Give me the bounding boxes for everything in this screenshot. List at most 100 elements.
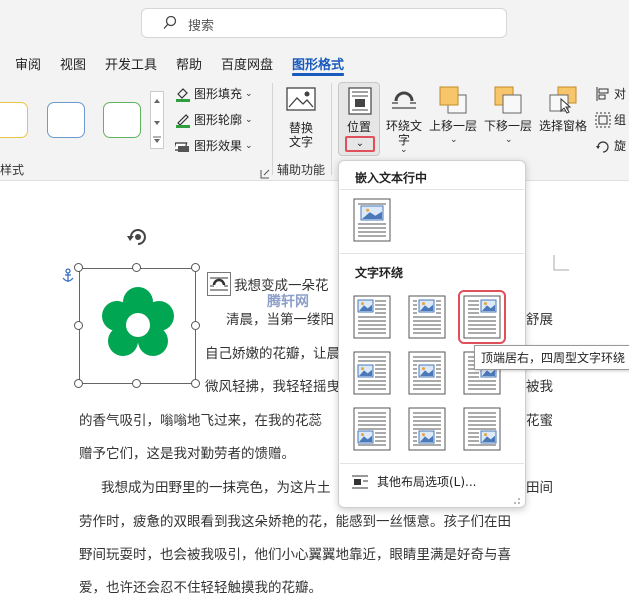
wrap-text-icon: [210, 277, 228, 291]
shape-fill-label: 图形填充: [194, 87, 243, 101]
resize-handle[interactable]: [191, 379, 200, 388]
more-layout-options[interactable]: 其他布局选项(L)...: [351, 473, 477, 490]
resize-handle[interactable]: [74, 379, 83, 388]
search-icon: [163, 15, 177, 29]
position-option-bottom-center[interactable]: [408, 407, 446, 451]
wrap-text-label-1: 环绕文: [385, 119, 422, 133]
position-option-middle-center[interactable]: [408, 351, 446, 395]
tab-review[interactable]: 审阅: [15, 54, 41, 73]
shape-effects-label: 图形效果: [194, 139, 243, 153]
ribbon-tabs: 审阅 视图 开发工具 帮助 百度网盘 图形格式: [0, 47, 629, 77]
position-option-bottom-right[interactable]: [463, 407, 501, 451]
replace-text-button[interactable]: 替换 文字: [284, 87, 318, 157]
layout-options-button[interactable]: [207, 272, 231, 296]
panel-divider: [340, 189, 524, 190]
doc-line: 的香气吸引，嗡嗡地飞过来，在我的花蕊: [79, 413, 322, 429]
doc-line-tail: 花蜜: [526, 413, 553, 429]
wrap-heading: 文字环绕: [355, 266, 404, 280]
layout-options-icon: [352, 475, 368, 488]
resize-handle[interactable]: [132, 379, 141, 388]
tab-developer[interactable]: 开发工具: [105, 54, 157, 73]
group-label: 组: [614, 113, 627, 127]
shape-fill-button[interactable]: 图形填充 ⌄: [175, 85, 253, 102]
panel-divider: [340, 253, 524, 254]
resize-handle[interactable]: [74, 321, 83, 330]
send-backward-label: 下移一层: [483, 119, 532, 133]
tab-view[interactable]: 视图: [60, 54, 86, 73]
rotate-icon: [596, 140, 609, 153]
style-sample-green[interactable]: [103, 102, 141, 138]
title-bar: 搜索: [0, 0, 629, 47]
resize-grip-icon[interactable]: [513, 497, 521, 505]
bring-forward-label: 上移一层: [428, 119, 477, 133]
panel-divider: [340, 463, 524, 464]
position-button[interactable]: 位置 ⌄: [338, 82, 380, 156]
doc-line-tail: 田间: [526, 480, 553, 496]
chevron-down-icon: ⌄: [245, 88, 253, 99]
replace-text-label-1: 替换: [288, 121, 313, 135]
rotate-button[interactable]: 旋: [595, 137, 626, 154]
resize-handle[interactable]: [191, 321, 200, 330]
tab-baidu-netdisk[interactable]: 百度网盘: [221, 54, 273, 73]
ribbon-separator: [331, 83, 332, 175]
dialog-launcher-icon[interactable]: [260, 164, 270, 179]
wrap-text-button[interactable]: 环绕文 字 ⌄: [384, 87, 424, 157]
page-corner-mark: [553, 255, 569, 271]
style-gallery-scroll[interactable]: [150, 91, 164, 149]
resize-handle[interactable]: [132, 263, 141, 272]
chevron-down-icon: ⌄: [355, 138, 365, 149]
chevron-down-icon: ⌄: [505, 135, 513, 145]
doc-line: 赠予它们，这是我对勤劳者的馈赠。: [79, 446, 295, 462]
bring-forward-icon: [439, 86, 467, 114]
align-label: 对: [614, 87, 627, 101]
selected-shape[interactable]: [79, 268, 196, 384]
shape-outline-button[interactable]: 图形轮廓 ⌄: [175, 111, 253, 128]
style-sample-gold[interactable]: [0, 102, 28, 138]
align-icon: [596, 86, 609, 101]
selection-pane-icon: [549, 86, 577, 114]
doc-line: 我想成为田野里的一抹亮色，为这片土: [101, 480, 331, 496]
selection-pane-button[interactable]: 选择窗格: [537, 85, 589, 145]
resize-handle[interactable]: [191, 263, 200, 272]
group-icon: [595, 112, 611, 127]
rotate-handle-icon[interactable]: [125, 224, 149, 248]
bring-forward-button[interactable]: 上移一层 ⌄: [427, 85, 479, 155]
tooltip: 顶端居右，四周型文字环绕: [474, 345, 629, 370]
search-label: 搜索: [188, 19, 215, 34]
chevron-down-icon: ⌄: [450, 135, 458, 145]
active-tab-indicator: [292, 73, 344, 76]
replace-text-label-2: 文字: [288, 135, 313, 149]
more-layout-options-label: 其他布局选项(L)...: [377, 475, 477, 489]
position-label: 位置: [346, 120, 371, 134]
pen-icon: [176, 113, 190, 128]
shape-outline-label: 图形轮廓: [194, 113, 243, 127]
ribbon: 图形填充 ⌄ 图形轮廓 ⌄ 图形效果 ⌄ 样式 替换 文字 辅助功能 位置 ⌄ …: [0, 77, 629, 181]
send-backward-button[interactable]: 下移一层 ⌄: [482, 85, 534, 155]
tab-help[interactable]: 帮助: [176, 54, 202, 73]
position-dropdown: 嵌入文本行中 文字环绕 其他布局选项(L)...: [338, 160, 526, 508]
resize-handle[interactable]: [74, 263, 83, 272]
paint-bucket-icon: [176, 87, 190, 102]
doc-line: 野间玩耍时，也会被我吸引，他们小心翼翼地靠近，眼睛里满是好奇与喜: [79, 547, 511, 563]
flower-shape: [102, 287, 174, 356]
position-option-bottom-left[interactable]: [353, 407, 391, 451]
group-button[interactable]: 组: [595, 111, 626, 128]
selection-pane-label: 选择窗格: [538, 119, 587, 133]
send-backward-icon: [494, 86, 522, 114]
doc-line-tail: 舒展: [526, 312, 553, 328]
styles-group-label: 样式: [0, 163, 25, 177]
position-option-top-center[interactable]: [408, 295, 446, 339]
doc-line-tail: 被我: [526, 379, 553, 395]
shape-effects-button[interactable]: 图形效果 ⌄: [175, 137, 253, 154]
align-button[interactable]: 对: [595, 85, 626, 102]
style-sample-blue[interactable]: [47, 102, 85, 138]
position-option-top-left[interactable]: [353, 295, 391, 339]
position-option-middle-left[interactable]: [353, 351, 391, 395]
position-option-top-right[interactable]: [458, 290, 506, 344]
tab-shape-format[interactable]: 图形格式: [292, 54, 344, 73]
accessibility-group-label: 辅助功能: [277, 163, 326, 177]
ribbon-separator: [272, 83, 273, 175]
search-box[interactable]: 搜索: [141, 8, 507, 38]
position-dropdown-arrow[interactable]: ⌄: [345, 136, 375, 152]
position-option-inline[interactable]: [353, 198, 391, 242]
